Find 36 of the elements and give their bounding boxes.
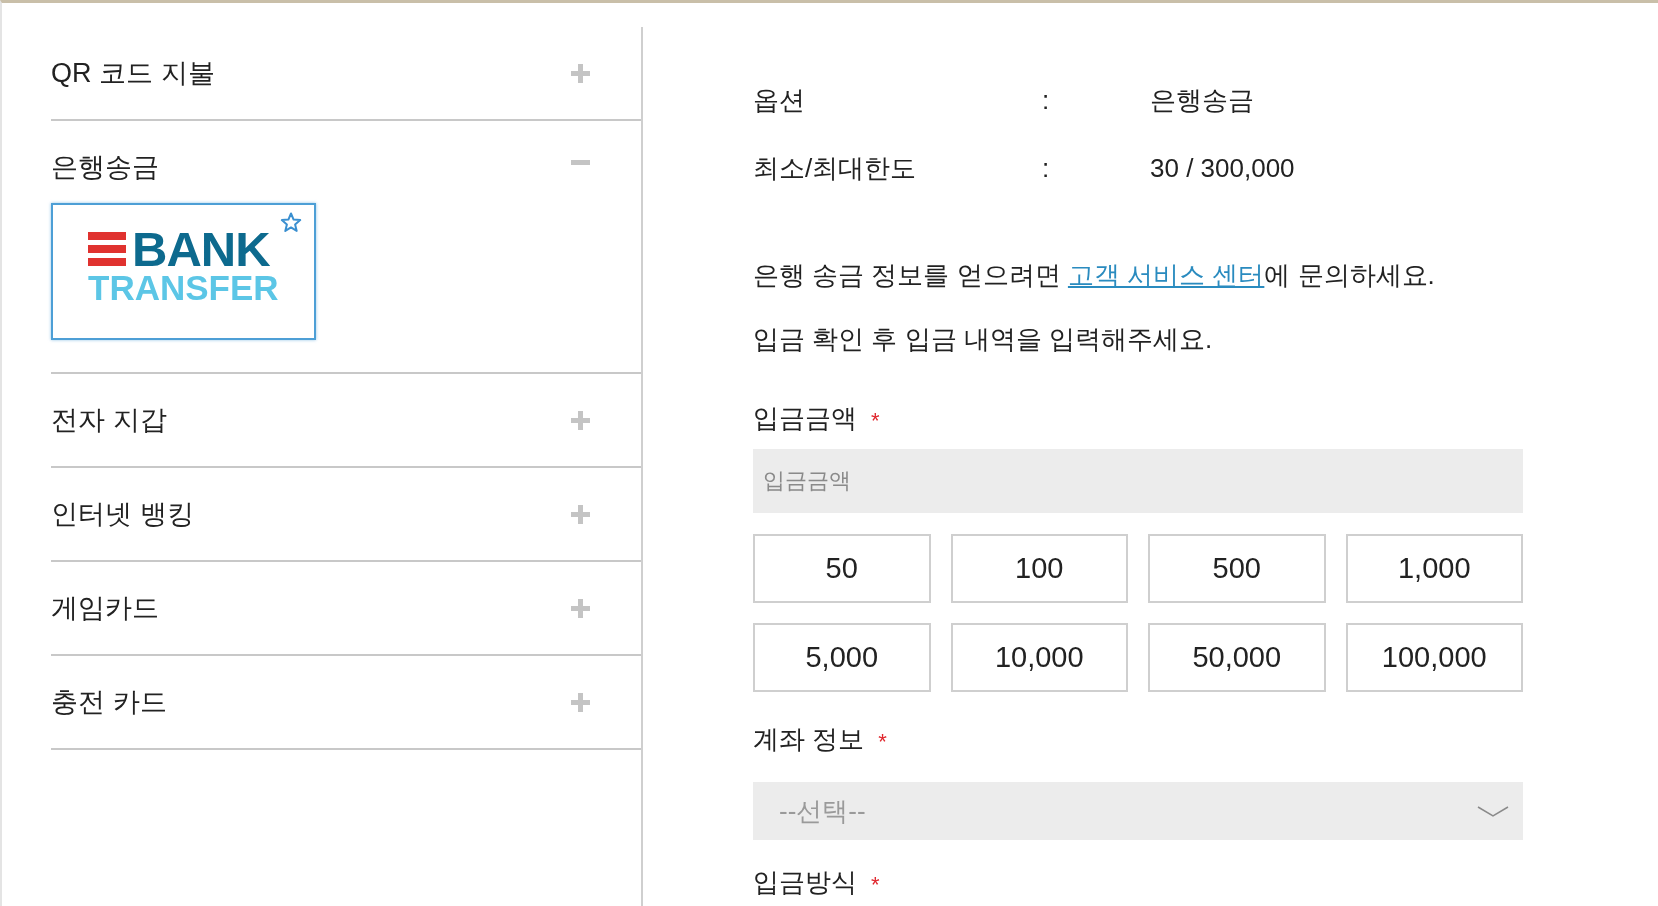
instruction-text: 입금 확인 후 입금 내역을 입력해주세요.: [753, 323, 1213, 356]
info-label: 옵션: [753, 84, 806, 117]
notice-text: 은행 송금 정보를 얻으려면 고객 서비스 센터에 문의하세요.: [753, 259, 1435, 292]
amount-button[interactable]: 50,000: [1148, 623, 1326, 692]
form-label: 입금금액: [753, 402, 857, 435]
info-value: 은행송금: [1150, 84, 1255, 117]
logo-text: TRANSFER: [88, 273, 279, 303]
amount-button[interactable]: 5,000: [753, 623, 931, 692]
accordion-header[interactable]: 인터넷 뱅킹: [51, 468, 641, 560]
amount-button[interactable]: 100,000: [1345, 623, 1523, 692]
star-icon: [280, 212, 302, 233]
stripes-icon: [88, 232, 126, 266]
logo-text: BANK: [132, 227, 270, 271]
amount-button[interactable]: 10,000: [950, 623, 1128, 692]
colon-text: :: [1042, 84, 1051, 117]
required-asterisk: *: [878, 728, 887, 753]
amount-button[interactable]: 100: [950, 534, 1128, 603]
accordion-header[interactable]: 전자 지갑: [51, 374, 641, 466]
required-asterisk: *: [871, 871, 880, 896]
accordion-header[interactable]: 은행송금: [51, 121, 641, 203]
form-label: 계좌 정보: [753, 723, 865, 756]
accordion-header[interactable]: 게임카드: [51, 562, 641, 654]
chevron-down-icon: [1477, 805, 1509, 817]
amount-button[interactable]: 500: [1148, 534, 1326, 603]
form-label: 입금방식: [753, 866, 857, 899]
logo-card[interactable]: BANK TRANSFER: [51, 203, 316, 340]
amount-button[interactable]: 50: [753, 534, 931, 603]
required-asterisk: *: [871, 407, 880, 432]
info-value: 30 / 300,000: [1150, 152, 1295, 185]
colon-text: :: [1042, 152, 1051, 185]
accordion-header[interactable]: QR 코드 지불: [51, 27, 641, 119]
amount-input[interactable]: 입금금액: [753, 449, 1523, 513]
amount-button[interactable]: 1,000: [1345, 534, 1523, 603]
customer-service-link[interactable]: 고객 서비스 센터: [1067, 260, 1265, 290]
info-label: 최소/최대한도: [753, 152, 918, 185]
accordion-header[interactable]: 충전 카드: [51, 656, 641, 748]
